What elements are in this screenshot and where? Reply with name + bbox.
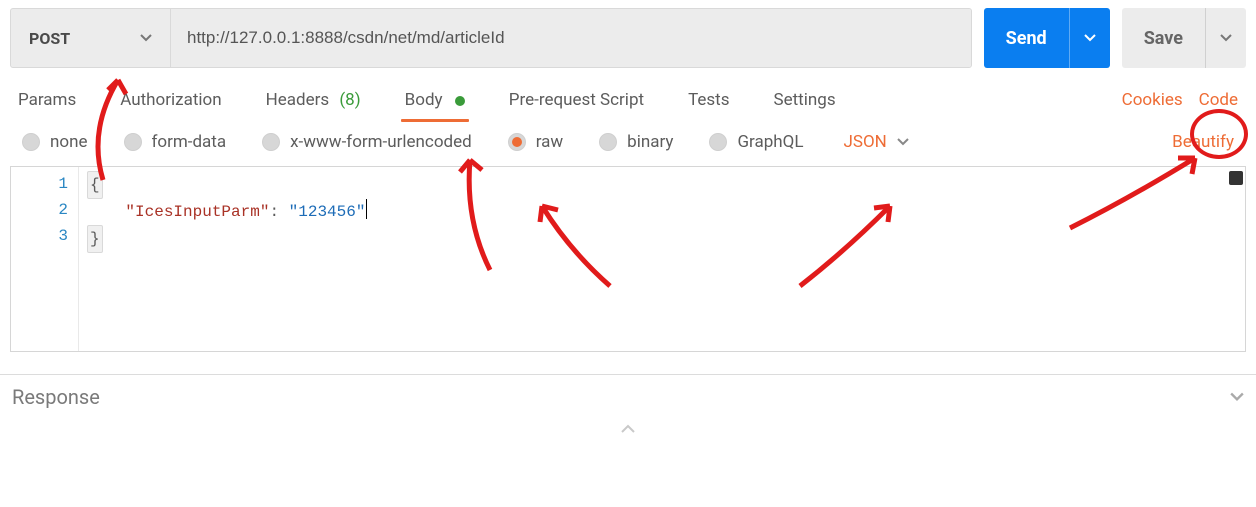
tab-authorization[interactable]: Authorization [120, 80, 221, 120]
body-modified-dot-icon [455, 96, 465, 106]
request-tabs: Params Authorization Headers (8) Body Pr… [0, 76, 1256, 124]
save-button-label: Save [1122, 28, 1205, 49]
footer-expand-icon[interactable] [0, 419, 1256, 442]
radio-icon [262, 133, 280, 151]
text-cursor-icon [366, 199, 367, 219]
beautify-link[interactable]: Beautify [1172, 132, 1234, 152]
request-body-editor[interactable]: 1 2 3 { "IcesInputParm": "123456" } [10, 166, 1246, 352]
body-type-binary[interactable]: binary [599, 132, 673, 152]
radio-icon [709, 133, 727, 151]
caret-down-icon [140, 32, 152, 44]
http-method-value: POST [29, 29, 70, 48]
response-label: Response [12, 385, 100, 409]
send-button-dropdown[interactable] [1069, 8, 1110, 68]
body-type-graphql[interactable]: GraphQL [709, 132, 803, 152]
code-line: "IcesInputParm": "123456" [87, 199, 1237, 225]
body-type-none[interactable]: none [22, 132, 88, 152]
response-section-header[interactable]: Response [0, 374, 1256, 419]
http-method-select[interactable]: POST [11, 9, 171, 67]
request-url-input[interactable] [171, 9, 971, 67]
method-url-group: POST [10, 8, 972, 68]
code-line: { [87, 171, 1237, 199]
caret-down-icon [897, 136, 909, 148]
tab-headers[interactable]: Headers (8) [266, 80, 361, 120]
code-link[interactable]: Code [1199, 90, 1238, 110]
headers-count: (8) [339, 90, 360, 110]
tab-prerequest[interactable]: Pre-request Script [509, 80, 644, 120]
cookies-link[interactable]: Cookies [1122, 90, 1183, 110]
minimap-scroll-icon[interactable] [1229, 171, 1243, 185]
radio-icon [22, 133, 40, 151]
caret-down-icon [1230, 385, 1244, 409]
body-type-row: none form-data x-www-form-urlencoded raw… [0, 124, 1256, 160]
editor-code[interactable]: { "IcesInputParm": "123456" } [79, 167, 1245, 351]
send-button[interactable]: Send [984, 8, 1110, 68]
body-type-raw[interactable]: raw [508, 132, 563, 152]
radio-icon [599, 133, 617, 151]
editor-gutter: 1 2 3 [11, 167, 79, 351]
code-line: } [87, 225, 1237, 253]
tab-params[interactable]: Params [18, 80, 76, 120]
tab-body[interactable]: Body [405, 80, 465, 120]
tab-settings[interactable]: Settings [774, 80, 836, 120]
tab-tests[interactable]: Tests [688, 80, 729, 120]
radio-selected-icon [508, 133, 526, 151]
save-button[interactable]: Save [1122, 8, 1246, 68]
raw-content-type-select[interactable]: JSON [843, 132, 908, 152]
body-type-x-www-form-urlencoded[interactable]: x-www-form-urlencoded [262, 132, 472, 152]
radio-icon [124, 133, 142, 151]
send-button-label: Send [984, 28, 1069, 49]
save-button-dropdown[interactable] [1205, 8, 1246, 68]
body-type-form-data[interactable]: form-data [124, 132, 227, 152]
